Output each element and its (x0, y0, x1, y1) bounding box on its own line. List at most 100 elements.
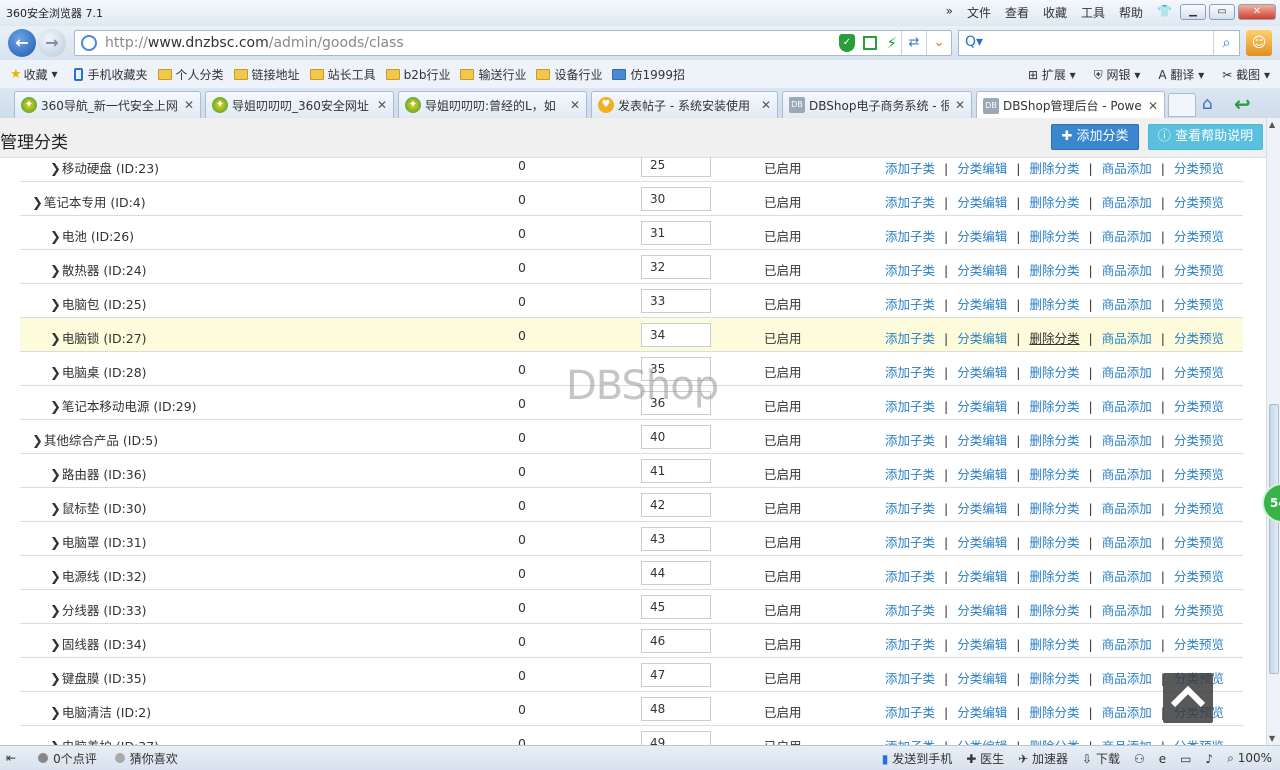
sort-order-input[interactable]: 44 (641, 561, 711, 585)
delete-category-link[interactable]: 删除分类 (1029, 705, 1079, 720)
tab-nav-3[interactable]: ✦ 导姐叨叨叨:曾经的L，如 ✕ (398, 91, 587, 118)
ie-icon[interactable]: e (1159, 752, 1166, 766)
close-tab-icon[interactable]: ✕ (1146, 99, 1160, 113)
preview-category-link[interactable]: 分类预览 (1174, 365, 1224, 380)
add-goods-link[interactable]: 商品添加 (1102, 433, 1152, 448)
tab-dbshop-site[interactable]: DB DBShop电子商务系统 - 很 ✕ (782, 91, 972, 118)
menu-tools[interactable]: 工具 (1081, 4, 1105, 21)
scroll-up-icon[interactable]: ▲ (1269, 120, 1275, 129)
sort-order-input[interactable]: 41 (641, 459, 711, 483)
chevron-right-icon[interactable]: ❯ (50, 332, 61, 347)
preview-category-link[interactable]: 分类预览 (1174, 297, 1224, 312)
sort-order-input[interactable]: 32 (641, 255, 711, 279)
menu-favorites[interactable]: 收藏 (1043, 4, 1067, 21)
delete-category-link[interactable]: 删除分类 (1029, 603, 1079, 618)
sort-order-input[interactable]: 33 (641, 289, 711, 313)
address-bar[interactable]: http://www.dnzbsc.com/admin/goods/class … (74, 30, 952, 56)
edit-category-link[interactable]: 分类编辑 (957, 501, 1007, 516)
help-button[interactable]: ⓘ 查看帮助说明 (1148, 124, 1263, 150)
close-tab-icon[interactable]: ✕ (182, 98, 196, 112)
edit-category-link[interactable]: 分类编辑 (957, 671, 1007, 686)
delete-category-link[interactable]: 删除分类 (1029, 467, 1079, 482)
delete-category-link[interactable]: 删除分类 (1029, 365, 1079, 380)
search-box[interactable]: Q▾ ⌕ (958, 30, 1240, 56)
refresh-icon[interactable]: ⇄ (901, 31, 926, 55)
delete-category-link[interactable]: 删除分类 (1029, 637, 1079, 652)
back-to-top-button[interactable] (1163, 673, 1213, 723)
add-goods-link[interactable]: 商品添加 (1102, 705, 1152, 720)
preview-category-link[interactable]: 分类预览 (1174, 399, 1224, 414)
delete-category-link[interactable]: 删除分类 (1029, 161, 1079, 176)
add-subcategory-link[interactable]: 添加子类 (885, 195, 935, 210)
preview-category-link[interactable]: 分类预览 (1174, 433, 1224, 448)
accelerator-button[interactable]: ✈ 加速器 (1018, 750, 1068, 767)
preview-category-link[interactable]: 分类预览 (1174, 331, 1224, 346)
chevron-right-icon[interactable]: ❯ (50, 536, 61, 551)
bookmark-folder[interactable]: b2b行业 (385, 66, 450, 83)
search-engine-icon[interactable]: Q▾ (965, 34, 983, 50)
edit-category-link[interactable]: 分类编辑 (957, 297, 1007, 312)
delete-category-link[interactable]: 删除分类 (1029, 671, 1079, 686)
scroll-down-icon[interactable]: ▼ (1269, 734, 1275, 743)
chevron-right-icon[interactable]: ❯ (50, 672, 61, 687)
zoom-level[interactable]: ⌕ 100% (1227, 751, 1272, 766)
edit-category-link[interactable]: 分类编辑 (957, 433, 1007, 448)
edit-category-link[interactable]: 分类编辑 (957, 603, 1007, 618)
add-subcategory-link[interactable]: 添加子类 (885, 365, 935, 380)
page-scrollbar[interactable]: ▲ ▼ (1266, 118, 1280, 745)
add-subcategory-link[interactable]: 添加子类 (885, 229, 935, 244)
preview-category-link[interactable]: 分类预览 (1174, 637, 1224, 652)
sort-order-input[interactable]: 40 (641, 425, 711, 449)
send-to-phone[interactable]: ▮ 发送到手机 (882, 750, 952, 767)
skin-icon[interactable]: 👕 (1157, 4, 1172, 21)
scroll-thumb[interactable] (1269, 404, 1279, 674)
chevron-right-icon[interactable]: ❯ (50, 706, 61, 721)
window-icon[interactable]: ▭ (1180, 752, 1191, 766)
qr-code-icon[interactable] (863, 36, 877, 50)
extensions-button[interactable]: ⊞ 扩展 ▾ (1028, 66, 1076, 83)
add-goods-link[interactable]: 商品添加 (1102, 399, 1152, 414)
add-goods-link[interactable]: 商品添加 (1102, 331, 1152, 346)
add-goods-link[interactable]: 商品添加 (1102, 501, 1152, 516)
chevron-right-icon[interactable]: ❯ (50, 604, 61, 619)
edit-category-link[interactable]: 分类编辑 (957, 467, 1007, 482)
sound-icon[interactable]: ♪ (1205, 752, 1213, 766)
edit-category-link[interactable]: 分类编辑 (957, 365, 1007, 380)
add-subcategory-link[interactable]: 添加子类 (885, 161, 935, 176)
close-tab-icon[interactable]: ✕ (375, 98, 389, 112)
misc-icon[interactable]: ⚇ (1134, 752, 1145, 766)
minimize-button[interactable]: ▁ (1180, 4, 1206, 20)
add-goods-link[interactable]: 商品添加 (1102, 263, 1152, 278)
preview-category-link[interactable]: 分类预览 (1174, 535, 1224, 550)
add-goods-link[interactable]: 商品添加 (1102, 365, 1152, 380)
edit-category-link[interactable]: 分类编辑 (957, 331, 1007, 346)
edit-category-link[interactable]: 分类编辑 (957, 161, 1007, 176)
add-subcategory-link[interactable]: 添加子类 (885, 671, 935, 686)
edit-category-link[interactable]: 分类编辑 (957, 705, 1007, 720)
comments-status[interactable]: 0个点评 (38, 750, 97, 767)
preview-category-link[interactable]: 分类预览 (1174, 467, 1224, 482)
undo-close-tab-icon[interactable]: ↩ (1234, 92, 1251, 116)
preview-category-link[interactable]: 分类预览 (1174, 263, 1224, 278)
tab-360-nav[interactable]: ✦ 360导航_新一代安全上网 ✕ (14, 91, 201, 118)
forward-button[interactable]: → (38, 29, 66, 57)
add-category-button[interactable]: ✚ 添加分类 (1051, 124, 1139, 150)
lightning-icon[interactable]: ⚡ (886, 34, 897, 52)
add-goods-link[interactable]: 商品添加 (1102, 195, 1152, 210)
doctor-button[interactable]: ✚ 医生 (966, 750, 1004, 767)
preview-category-link[interactable]: 分类预览 (1174, 501, 1224, 516)
bookmark-mobile[interactable]: 手机收藏夹 (73, 66, 148, 83)
menu-overflow-icon[interactable]: » (946, 4, 953, 21)
bookmark-folder[interactable]: 设备行业 (536, 66, 602, 83)
sort-order-input[interactable]: 45 (641, 595, 711, 619)
edit-category-link[interactable]: 分类编辑 (957, 263, 1007, 278)
chevron-right-icon[interactable]: ❯ (50, 638, 61, 653)
add-goods-link[interactable]: 商品添加 (1102, 535, 1152, 550)
home-icon[interactable]: ⌂ (1202, 94, 1213, 114)
delete-category-link[interactable]: 删除分类 (1029, 535, 1079, 550)
bookmark-folder[interactable]: 个人分类 (157, 66, 224, 83)
new-tab-button[interactable] (1168, 93, 1196, 117)
chevron-right-icon[interactable]: ❯ (50, 502, 61, 517)
close-tab-icon[interactable]: ✕ (759, 98, 773, 112)
add-subcategory-link[interactable]: 添加子类 (885, 637, 935, 652)
